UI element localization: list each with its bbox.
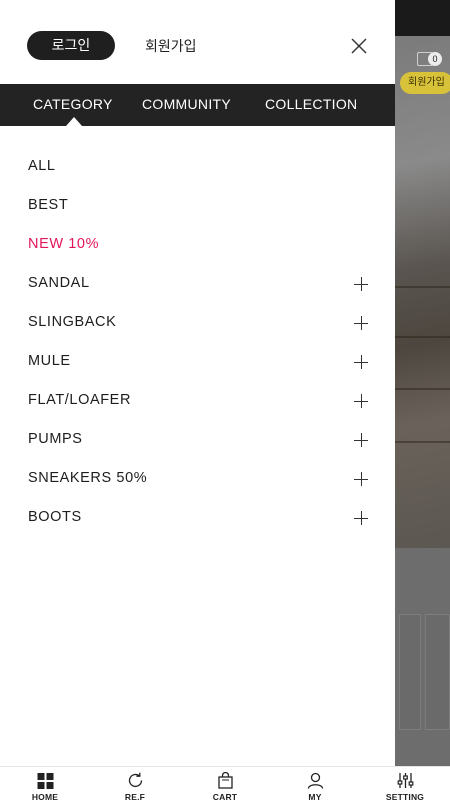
nav-label: RE.F	[124, 792, 146, 800]
category-label: SNEAKERS 50%	[28, 470, 148, 486]
category-item-boots[interactable]: BOOTS	[0, 499, 395, 538]
background-panel	[425, 614, 450, 730]
photo-detail	[395, 388, 450, 390]
expand-plus-icon[interactable]	[354, 355, 368, 369]
category-label: MULE	[28, 353, 71, 369]
expand-plus-icon[interactable]	[354, 472, 368, 486]
cart-icon	[218, 772, 233, 789]
category-label: FLAT/LOAFER	[28, 392, 132, 408]
nav-cart[interactable]: CART	[180, 767, 270, 800]
home-icon	[37, 773, 54, 789]
category-item-sandal[interactable]: SANDAL	[0, 265, 395, 304]
category-label: BOOTS	[28, 509, 82, 525]
photo-detail	[395, 441, 450, 443]
category-item-flat-loafer[interactable]: FLAT/LOAFER	[0, 382, 395, 421]
tab-collection[interactable]: COLLECTION	[265, 84, 357, 126]
close-icon	[351, 38, 367, 54]
category-label: ALL	[28, 158, 56, 174]
close-button[interactable]	[346, 33, 372, 59]
expand-plus-icon[interactable]	[354, 277, 368, 291]
nav-refresh[interactable]: RE.F	[90, 767, 180, 800]
side-menu-drawer: 로그인 회원가입 CATEGORY COMMUNITY COLLECTION A…	[0, 0, 395, 766]
category-item-new[interactable]: NEW 10%	[0, 226, 395, 265]
category-item-slingback[interactable]: SLINGBACK	[0, 304, 395, 343]
category-list: ALL BEST NEW 10% SANDAL SLINGBACK MULE F…	[0, 148, 395, 538]
category-label: PUMPS	[28, 431, 83, 447]
refresh-icon	[128, 772, 143, 788]
category-label: SLINGBACK	[28, 314, 117, 330]
nav-my[interactable]: MY	[270, 767, 360, 800]
settings-icon	[397, 773, 414, 788]
category-item-best[interactable]: BEST	[0, 187, 395, 226]
expand-plus-icon[interactable]	[354, 316, 368, 330]
menu-tabs: CATEGORY COMMUNITY COLLECTION	[0, 84, 395, 126]
background-product-photo	[395, 36, 450, 548]
nav-label: MY	[308, 792, 322, 800]
tab-community[interactable]: COMMUNITY	[142, 84, 231, 126]
category-item-pumps[interactable]: PUMPS	[0, 421, 395, 460]
nav-label: SETTING	[385, 792, 425, 800]
active-tab-indicator	[66, 117, 82, 126]
bottom-navigation: HOME RE.F CART MY SETTING	[0, 766, 450, 800]
drawer-header: 로그인 회원가입	[0, 0, 395, 84]
category-item-all[interactable]: ALL	[0, 148, 395, 187]
background-top-bar	[395, 0, 450, 36]
nav-label: HOME	[31, 792, 59, 800]
nav-home[interactable]: HOME	[0, 767, 90, 800]
user-icon	[307, 772, 324, 789]
background-join-badge: 회원가입	[400, 72, 450, 94]
login-button[interactable]: 로그인	[27, 31, 115, 60]
background-cart-count: 0	[428, 52, 442, 66]
expand-plus-icon[interactable]	[354, 394, 368, 408]
expand-plus-icon[interactable]	[354, 433, 368, 447]
expand-plus-icon[interactable]	[354, 511, 368, 525]
nav-label: CART	[212, 792, 238, 800]
category-label: SANDAL	[28, 275, 90, 291]
category-label: BEST	[28, 197, 69, 213]
nav-setting[interactable]: SETTING	[360, 767, 450, 800]
photo-detail	[395, 286, 450, 288]
background-panel	[399, 614, 421, 730]
signup-link[interactable]: 회원가입	[145, 36, 197, 56]
category-item-mule[interactable]: MULE	[0, 343, 395, 382]
photo-detail	[395, 336, 450, 338]
category-item-sneakers[interactable]: SNEAKERS 50%	[0, 460, 395, 499]
background-page: 0 회원가입	[395, 0, 450, 766]
category-label: NEW 10%	[28, 236, 100, 252]
